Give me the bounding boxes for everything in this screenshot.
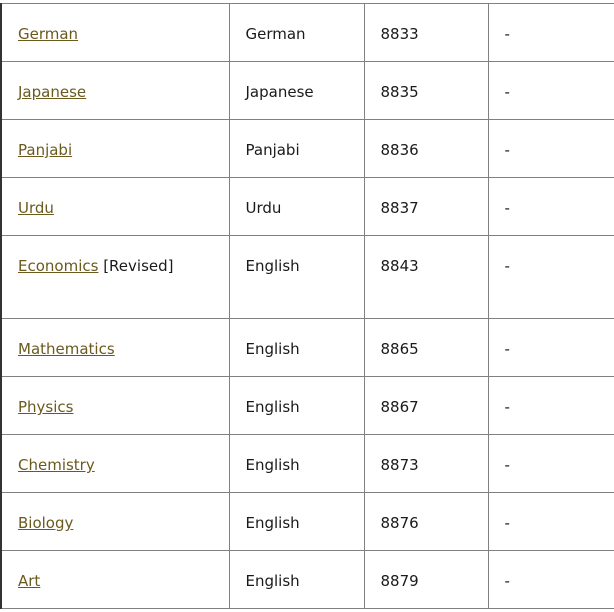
subject-link[interactable]: Mathematics — [18, 340, 115, 358]
note-cell: - — [487, 61, 614, 120]
code-cell: 8843 — [363, 235, 489, 319]
subject-cell: Economics [Revised] — [0, 235, 230, 319]
table-row: Biology English 8876 - — [0, 492, 614, 551]
subject-link[interactable]: Urdu — [18, 199, 54, 217]
table-row: Urdu Urdu 8837 - — [0, 177, 614, 236]
language-cell: Urdu — [228, 177, 365, 236]
language-cell: English — [228, 376, 365, 435]
subject-link[interactable]: Art — [18, 572, 40, 590]
language-cell: Japanese — [228, 61, 365, 120]
subject-link[interactable]: Panjabi — [18, 141, 72, 159]
language-cell: English — [228, 235, 365, 319]
subject-link[interactable]: German — [18, 25, 78, 43]
code-cell: 8879 — [363, 550, 489, 609]
subject-cell: Japanese — [0, 61, 230, 120]
table-row: German German 8833 - — [0, 3, 614, 62]
subject-suffix: [Revised] — [98, 257, 174, 275]
subject-link[interactable]: Japanese — [18, 83, 86, 101]
table-row: Panjabi Panjabi 8836 - — [0, 119, 614, 178]
subject-link[interactable]: Chemistry — [18, 456, 95, 474]
subject-cell: Art — [0, 550, 230, 609]
language-cell: English — [228, 492, 365, 551]
table-row: Art English 8879 - — [0, 550, 614, 609]
subject-cell: Physics — [0, 376, 230, 435]
subject-cell: Panjabi — [0, 119, 230, 178]
note-cell: - — [487, 119, 614, 178]
note-cell: - — [487, 492, 614, 551]
note-cell: - — [487, 550, 614, 609]
code-cell: 8836 — [363, 119, 489, 178]
subject-cell: Biology — [0, 492, 230, 551]
language-cell: English — [228, 318, 365, 377]
note-cell: - — [487, 3, 614, 62]
code-cell: 8876 — [363, 492, 489, 551]
table-row: Economics [Revised] English 8843 - — [0, 235, 614, 319]
subject-cell: Chemistry — [0, 434, 230, 493]
code-cell: 8867 — [363, 376, 489, 435]
subject-cell: Mathematics — [0, 318, 230, 377]
language-cell: English — [228, 434, 365, 493]
subject-link[interactable]: Biology — [18, 514, 73, 532]
code-cell: 8833 — [363, 3, 489, 62]
table-row: Japanese Japanese 8835 - — [0, 61, 614, 120]
language-cell: German — [228, 3, 365, 62]
code-cell: 8837 — [363, 177, 489, 236]
note-cell: - — [487, 376, 614, 435]
table-row: Chemistry English 8873 - — [0, 434, 614, 493]
note-cell: - — [487, 434, 614, 493]
code-cell: 8873 — [363, 434, 489, 493]
language-cell: Panjabi — [228, 119, 365, 178]
note-cell: - — [487, 177, 614, 236]
note-cell: - — [487, 318, 614, 377]
subject-cell: German — [0, 3, 230, 62]
subject-link[interactable]: Physics — [18, 398, 73, 416]
code-cell: 8835 — [363, 61, 489, 120]
code-cell: 8865 — [363, 318, 489, 377]
table-row: Mathematics English 8865 - — [0, 318, 614, 377]
subjects-table: German German 8833 - Japanese Japanese 88… — [0, 3, 614, 609]
table-row: Physics English 8867 - — [0, 376, 614, 435]
language-cell: English — [228, 550, 365, 609]
subject-link[interactable]: Economics — [18, 257, 98, 275]
note-cell: - — [487, 235, 614, 319]
subject-cell: Urdu — [0, 177, 230, 236]
